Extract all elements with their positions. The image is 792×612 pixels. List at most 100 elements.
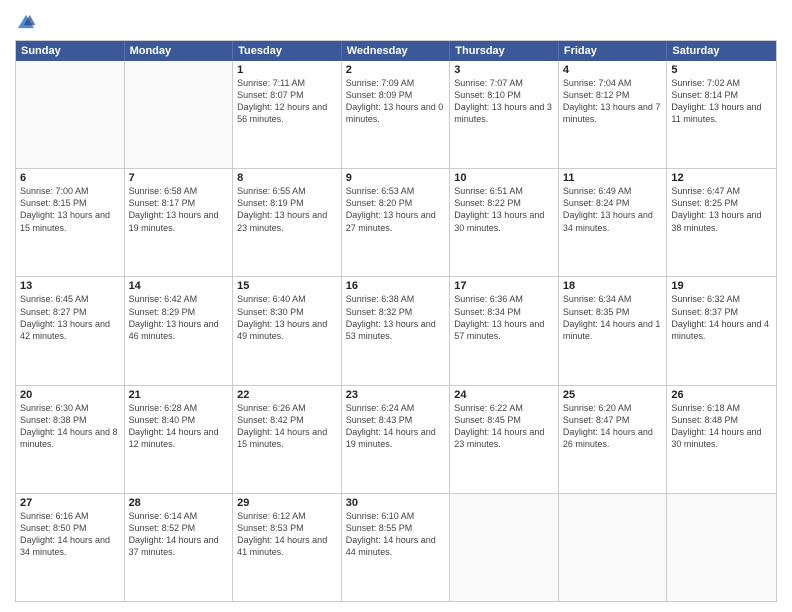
col-header-tuesday: Tuesday xyxy=(233,41,342,61)
col-header-sunday: Sunday xyxy=(16,41,125,61)
day-number: 26 xyxy=(671,389,772,401)
day-number: 8 xyxy=(237,172,337,184)
day-info: Sunrise: 6:55 AM Sunset: 8:19 PM Dayligh… xyxy=(237,185,337,234)
day-cell-21: 21Sunrise: 6:28 AM Sunset: 8:40 PM Dayli… xyxy=(125,386,234,493)
column-headers: SundayMondayTuesdayWednesdayThursdayFrid… xyxy=(16,41,776,61)
day-number: 2 xyxy=(346,64,446,76)
day-info: Sunrise: 7:00 AM Sunset: 8:15 PM Dayligh… xyxy=(20,185,120,234)
day-info: Sunrise: 6:49 AM Sunset: 8:24 PM Dayligh… xyxy=(563,185,663,234)
day-info: Sunrise: 6:42 AM Sunset: 8:29 PM Dayligh… xyxy=(129,293,229,342)
day-info: Sunrise: 6:45 AM Sunset: 8:27 PM Dayligh… xyxy=(20,293,120,342)
day-number: 19 xyxy=(671,280,772,292)
empty-cell xyxy=(125,61,234,168)
day-number: 24 xyxy=(454,389,554,401)
day-info: Sunrise: 6:47 AM Sunset: 8:25 PM Dayligh… xyxy=(671,185,772,234)
day-cell-17: 17Sunrise: 6:36 AM Sunset: 8:34 PM Dayli… xyxy=(450,277,559,384)
day-number: 5 xyxy=(671,64,772,76)
day-number: 21 xyxy=(129,389,229,401)
day-info: Sunrise: 6:38 AM Sunset: 8:32 PM Dayligh… xyxy=(346,293,446,342)
day-info: Sunrise: 6:20 AM Sunset: 8:47 PM Dayligh… xyxy=(563,402,663,451)
day-cell-8: 8Sunrise: 6:55 AM Sunset: 8:19 PM Daylig… xyxy=(233,169,342,276)
day-info: Sunrise: 7:07 AM Sunset: 8:10 PM Dayligh… xyxy=(454,77,554,126)
day-cell-4: 4Sunrise: 7:04 AM Sunset: 8:12 PM Daylig… xyxy=(559,61,668,168)
header xyxy=(15,10,777,34)
day-cell-5: 5Sunrise: 7:02 AM Sunset: 8:14 PM Daylig… xyxy=(667,61,776,168)
day-number: 3 xyxy=(454,64,554,76)
day-info: Sunrise: 6:34 AM Sunset: 8:35 PM Dayligh… xyxy=(563,293,663,342)
day-info: Sunrise: 7:09 AM Sunset: 8:09 PM Dayligh… xyxy=(346,77,446,126)
day-number: 17 xyxy=(454,280,554,292)
day-cell-27: 27Sunrise: 6:16 AM Sunset: 8:50 PM Dayli… xyxy=(16,494,125,601)
day-number: 11 xyxy=(563,172,663,184)
day-info: Sunrise: 6:26 AM Sunset: 8:42 PM Dayligh… xyxy=(237,402,337,451)
day-cell-25: 25Sunrise: 6:20 AM Sunset: 8:47 PM Dayli… xyxy=(559,386,668,493)
day-number: 9 xyxy=(346,172,446,184)
day-cell-23: 23Sunrise: 6:24 AM Sunset: 8:43 PM Dayli… xyxy=(342,386,451,493)
day-number: 18 xyxy=(563,280,663,292)
week-row-3: 13Sunrise: 6:45 AM Sunset: 8:27 PM Dayli… xyxy=(16,276,776,384)
day-cell-3: 3Sunrise: 7:07 AM Sunset: 8:10 PM Daylig… xyxy=(450,61,559,168)
day-cell-1: 1Sunrise: 7:11 AM Sunset: 8:07 PM Daylig… xyxy=(233,61,342,168)
day-cell-7: 7Sunrise: 6:58 AM Sunset: 8:17 PM Daylig… xyxy=(125,169,234,276)
day-number: 29 xyxy=(237,497,337,509)
col-header-thursday: Thursday xyxy=(450,41,559,61)
day-cell-12: 12Sunrise: 6:47 AM Sunset: 8:25 PM Dayli… xyxy=(667,169,776,276)
day-number: 7 xyxy=(129,172,229,184)
day-info: Sunrise: 6:16 AM Sunset: 8:50 PM Dayligh… xyxy=(20,510,120,559)
day-info: Sunrise: 6:53 AM Sunset: 8:20 PM Dayligh… xyxy=(346,185,446,234)
day-cell-9: 9Sunrise: 6:53 AM Sunset: 8:20 PM Daylig… xyxy=(342,169,451,276)
day-cell-20: 20Sunrise: 6:30 AM Sunset: 8:38 PM Dayli… xyxy=(16,386,125,493)
empty-cell xyxy=(667,494,776,601)
day-number: 25 xyxy=(563,389,663,401)
col-header-friday: Friday xyxy=(559,41,668,61)
day-number: 22 xyxy=(237,389,337,401)
day-info: Sunrise: 6:28 AM Sunset: 8:40 PM Dayligh… xyxy=(129,402,229,451)
day-cell-2: 2Sunrise: 7:09 AM Sunset: 8:09 PM Daylig… xyxy=(342,61,451,168)
day-cell-19: 19Sunrise: 6:32 AM Sunset: 8:37 PM Dayli… xyxy=(667,277,776,384)
day-cell-29: 29Sunrise: 6:12 AM Sunset: 8:53 PM Dayli… xyxy=(233,494,342,601)
day-number: 27 xyxy=(20,497,120,509)
day-number: 20 xyxy=(20,389,120,401)
day-number: 12 xyxy=(671,172,772,184)
logo xyxy=(15,10,39,34)
day-info: Sunrise: 6:32 AM Sunset: 8:37 PM Dayligh… xyxy=(671,293,772,342)
day-number: 13 xyxy=(20,280,120,292)
day-cell-18: 18Sunrise: 6:34 AM Sunset: 8:35 PM Dayli… xyxy=(559,277,668,384)
day-cell-22: 22Sunrise: 6:26 AM Sunset: 8:42 PM Dayli… xyxy=(233,386,342,493)
day-info: Sunrise: 6:10 AM Sunset: 8:55 PM Dayligh… xyxy=(346,510,446,559)
day-number: 28 xyxy=(129,497,229,509)
col-header-monday: Monday xyxy=(125,41,234,61)
day-info: Sunrise: 6:40 AM Sunset: 8:30 PM Dayligh… xyxy=(237,293,337,342)
week-row-5: 27Sunrise: 6:16 AM Sunset: 8:50 PM Dayli… xyxy=(16,493,776,601)
day-info: Sunrise: 7:11 AM Sunset: 8:07 PM Dayligh… xyxy=(237,77,337,126)
day-info: Sunrise: 6:36 AM Sunset: 8:34 PM Dayligh… xyxy=(454,293,554,342)
day-cell-14: 14Sunrise: 6:42 AM Sunset: 8:29 PM Dayli… xyxy=(125,277,234,384)
empty-cell xyxy=(559,494,668,601)
day-cell-24: 24Sunrise: 6:22 AM Sunset: 8:45 PM Dayli… xyxy=(450,386,559,493)
week-row-4: 20Sunrise: 6:30 AM Sunset: 8:38 PM Dayli… xyxy=(16,385,776,493)
weeks-container: 1Sunrise: 7:11 AM Sunset: 8:07 PM Daylig… xyxy=(16,61,776,601)
day-info: Sunrise: 6:22 AM Sunset: 8:45 PM Dayligh… xyxy=(454,402,554,451)
calendar: SundayMondayTuesdayWednesdayThursdayFrid… xyxy=(15,40,777,602)
day-cell-10: 10Sunrise: 6:51 AM Sunset: 8:22 PM Dayli… xyxy=(450,169,559,276)
day-cell-6: 6Sunrise: 7:00 AM Sunset: 8:15 PM Daylig… xyxy=(16,169,125,276)
day-info: Sunrise: 6:51 AM Sunset: 8:22 PM Dayligh… xyxy=(454,185,554,234)
week-row-2: 6Sunrise: 7:00 AM Sunset: 8:15 PM Daylig… xyxy=(16,168,776,276)
day-cell-15: 15Sunrise: 6:40 AM Sunset: 8:30 PM Dayli… xyxy=(233,277,342,384)
page: SundayMondayTuesdayWednesdayThursdayFrid… xyxy=(0,0,792,612)
day-info: Sunrise: 6:58 AM Sunset: 8:17 PM Dayligh… xyxy=(129,185,229,234)
day-info: Sunrise: 6:14 AM Sunset: 8:52 PM Dayligh… xyxy=(129,510,229,559)
day-cell-13: 13Sunrise: 6:45 AM Sunset: 8:27 PM Dayli… xyxy=(16,277,125,384)
day-number: 16 xyxy=(346,280,446,292)
day-info: Sunrise: 6:30 AM Sunset: 8:38 PM Dayligh… xyxy=(20,402,120,451)
day-number: 6 xyxy=(20,172,120,184)
day-number: 1 xyxy=(237,64,337,76)
day-cell-11: 11Sunrise: 6:49 AM Sunset: 8:24 PM Dayli… xyxy=(559,169,668,276)
day-info: Sunrise: 6:24 AM Sunset: 8:43 PM Dayligh… xyxy=(346,402,446,451)
day-cell-26: 26Sunrise: 6:18 AM Sunset: 8:48 PM Dayli… xyxy=(667,386,776,493)
day-number: 4 xyxy=(563,64,663,76)
col-header-saturday: Saturday xyxy=(667,41,776,61)
day-info: Sunrise: 6:18 AM Sunset: 8:48 PM Dayligh… xyxy=(671,402,772,451)
day-number: 30 xyxy=(346,497,446,509)
week-row-1: 1Sunrise: 7:11 AM Sunset: 8:07 PM Daylig… xyxy=(16,61,776,168)
